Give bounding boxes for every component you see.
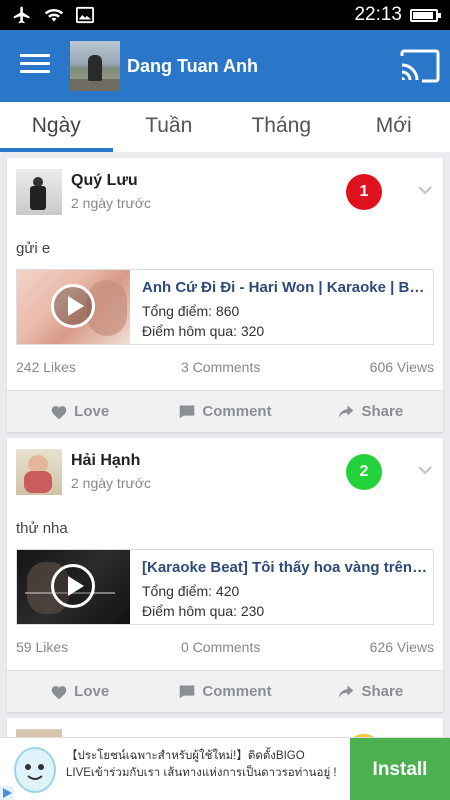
video-title[interactable]: Anh Cứ Đi Đi - Hari Won | Karaoke | Beat: [142, 279, 430, 296]
comment-button[interactable]: Comment: [152, 671, 297, 712]
rank-badge: 2: [346, 454, 382, 490]
user-avatar[interactable]: [16, 449, 62, 495]
post-feed[interactable]: Quý Lưu 2 ngày trước 1 gửi e Anh Cứ Đi Đ…: [0, 152, 450, 737]
post-stats: 242 Likes 3 Comments 606 Views: [16, 359, 434, 379]
comment-icon: [180, 684, 195, 699]
wifi-icon: [44, 8, 64, 22]
love-label: Love: [74, 683, 110, 700]
post-actions: Love Comment Share: [7, 670, 443, 712]
period-tabs: Ngày Tuần Tháng Mới: [0, 102, 450, 152]
profile-username[interactable]: Dang Tuan Anh: [127, 56, 258, 77]
post-caption: thử nha: [16, 520, 68, 537]
airplane-icon: [13, 6, 30, 24]
ad-text[interactable]: 【ประโยชน์เฉพาะสำหรับผู้ใช้ใหม่!】ติดตั้งB…: [66, 748, 341, 782]
profile-avatar[interactable]: [70, 41, 120, 91]
yesterday-score: Điểm hôm qua: 320: [142, 323, 265, 339]
video-item[interactable]: Anh Cứ Đi Đi - Hari Won | Karaoke | Beat…: [16, 269, 434, 345]
user-avatar[interactable]: [16, 729, 62, 737]
video-thumbnail[interactable]: [17, 270, 130, 344]
heart-icon: [51, 405, 67, 419]
post-caption: gửi e: [16, 240, 51, 257]
play-icon[interactable]: [51, 284, 95, 328]
likes-count: 59 Likes: [16, 639, 69, 655]
share-label: Share: [361, 403, 404, 420]
love-button[interactable]: Love: [7, 391, 152, 432]
total-score: Tổng điểm: 860: [142, 303, 240, 319]
ad-choices-icon[interactable]: [0, 786, 14, 800]
user-avatar[interactable]: [16, 169, 62, 215]
comment-icon: [180, 404, 195, 419]
likes-count: 242 Likes: [16, 359, 76, 375]
comment-label: Comment: [202, 683, 272, 700]
hamburger-icon[interactable]: [20, 54, 50, 78]
post-card: [7, 718, 443, 737]
share-icon: [339, 684, 354, 698]
image-icon: [76, 6, 94, 24]
comments-count: 0 Comments: [181, 639, 261, 655]
share-button[interactable]: Share: [298, 391, 443, 432]
post-time: 2 ngày trước: [71, 475, 152, 491]
video-item[interactable]: [Karaoke Beat] Tôi thấy hoa vàng trên cỏ…: [16, 549, 434, 625]
video-thumbnail[interactable]: [17, 550, 130, 624]
heart-icon: [51, 685, 67, 699]
status-icons: [12, 5, 94, 25]
chevron-down-icon[interactable]: [417, 182, 433, 198]
comment-button[interactable]: Comment: [152, 391, 297, 432]
post-actions: Love Comment Share: [7, 390, 443, 432]
post-username[interactable]: Hải Hạnh: [71, 452, 140, 470]
post-card: Quý Lưu 2 ngày trước 1 gửi e Anh Cứ Đi Đ…: [7, 158, 443, 432]
app-bar: Dang Tuan Anh: [0, 30, 450, 102]
tab-week[interactable]: Tuần: [113, 102, 226, 152]
love-label: Love: [74, 403, 110, 420]
post-stats: 59 Likes 0 Comments 626 Views: [16, 639, 434, 659]
love-button[interactable]: Love: [7, 671, 152, 712]
share-button[interactable]: Share: [298, 671, 443, 712]
comment-label: Comment: [202, 403, 272, 420]
rank-badge: 1: [346, 174, 382, 210]
total-score: Tổng điểm: 420: [142, 583, 240, 599]
share-label: Share: [361, 683, 404, 700]
video-title[interactable]: [Karaoke Beat] Tôi thấy hoa vàng trên cỏ…: [142, 559, 430, 576]
yesterday-score: Điểm hôm qua: 230: [142, 603, 265, 619]
views-count: 626 Views: [369, 639, 434, 655]
tab-day[interactable]: Ngày: [0, 102, 113, 152]
post-username[interactable]: Quý Lưu: [71, 172, 138, 190]
post-card: Hải Hạnh 2 ngày trước 2 thử nha [Karaoke…: [7, 438, 443, 712]
comments-count: 3 Comments: [181, 359, 261, 375]
chevron-down-icon[interactable]: [417, 462, 433, 478]
bigo-mascot-icon: [14, 747, 56, 793]
battery-icon: [410, 9, 441, 22]
share-icon: [339, 404, 354, 418]
ad-banner[interactable]: 【ประโยชน์เฉพาะสำหรับผู้ใช้ใหม่!】ติดตั้งB…: [0, 737, 450, 800]
tab-month[interactable]: Tháng: [225, 102, 338, 152]
play-icon[interactable]: [51, 564, 95, 608]
install-button[interactable]: Install: [350, 738, 450, 800]
post-time: 2 ngày trước: [71, 195, 152, 211]
views-count: 606 Views: [369, 359, 434, 375]
status-bar: 22:13: [0, 0, 450, 30]
cast-icon[interactable]: [398, 48, 442, 84]
tab-new[interactable]: Mới: [338, 102, 450, 152]
clock: 22:13: [354, 4, 402, 25]
